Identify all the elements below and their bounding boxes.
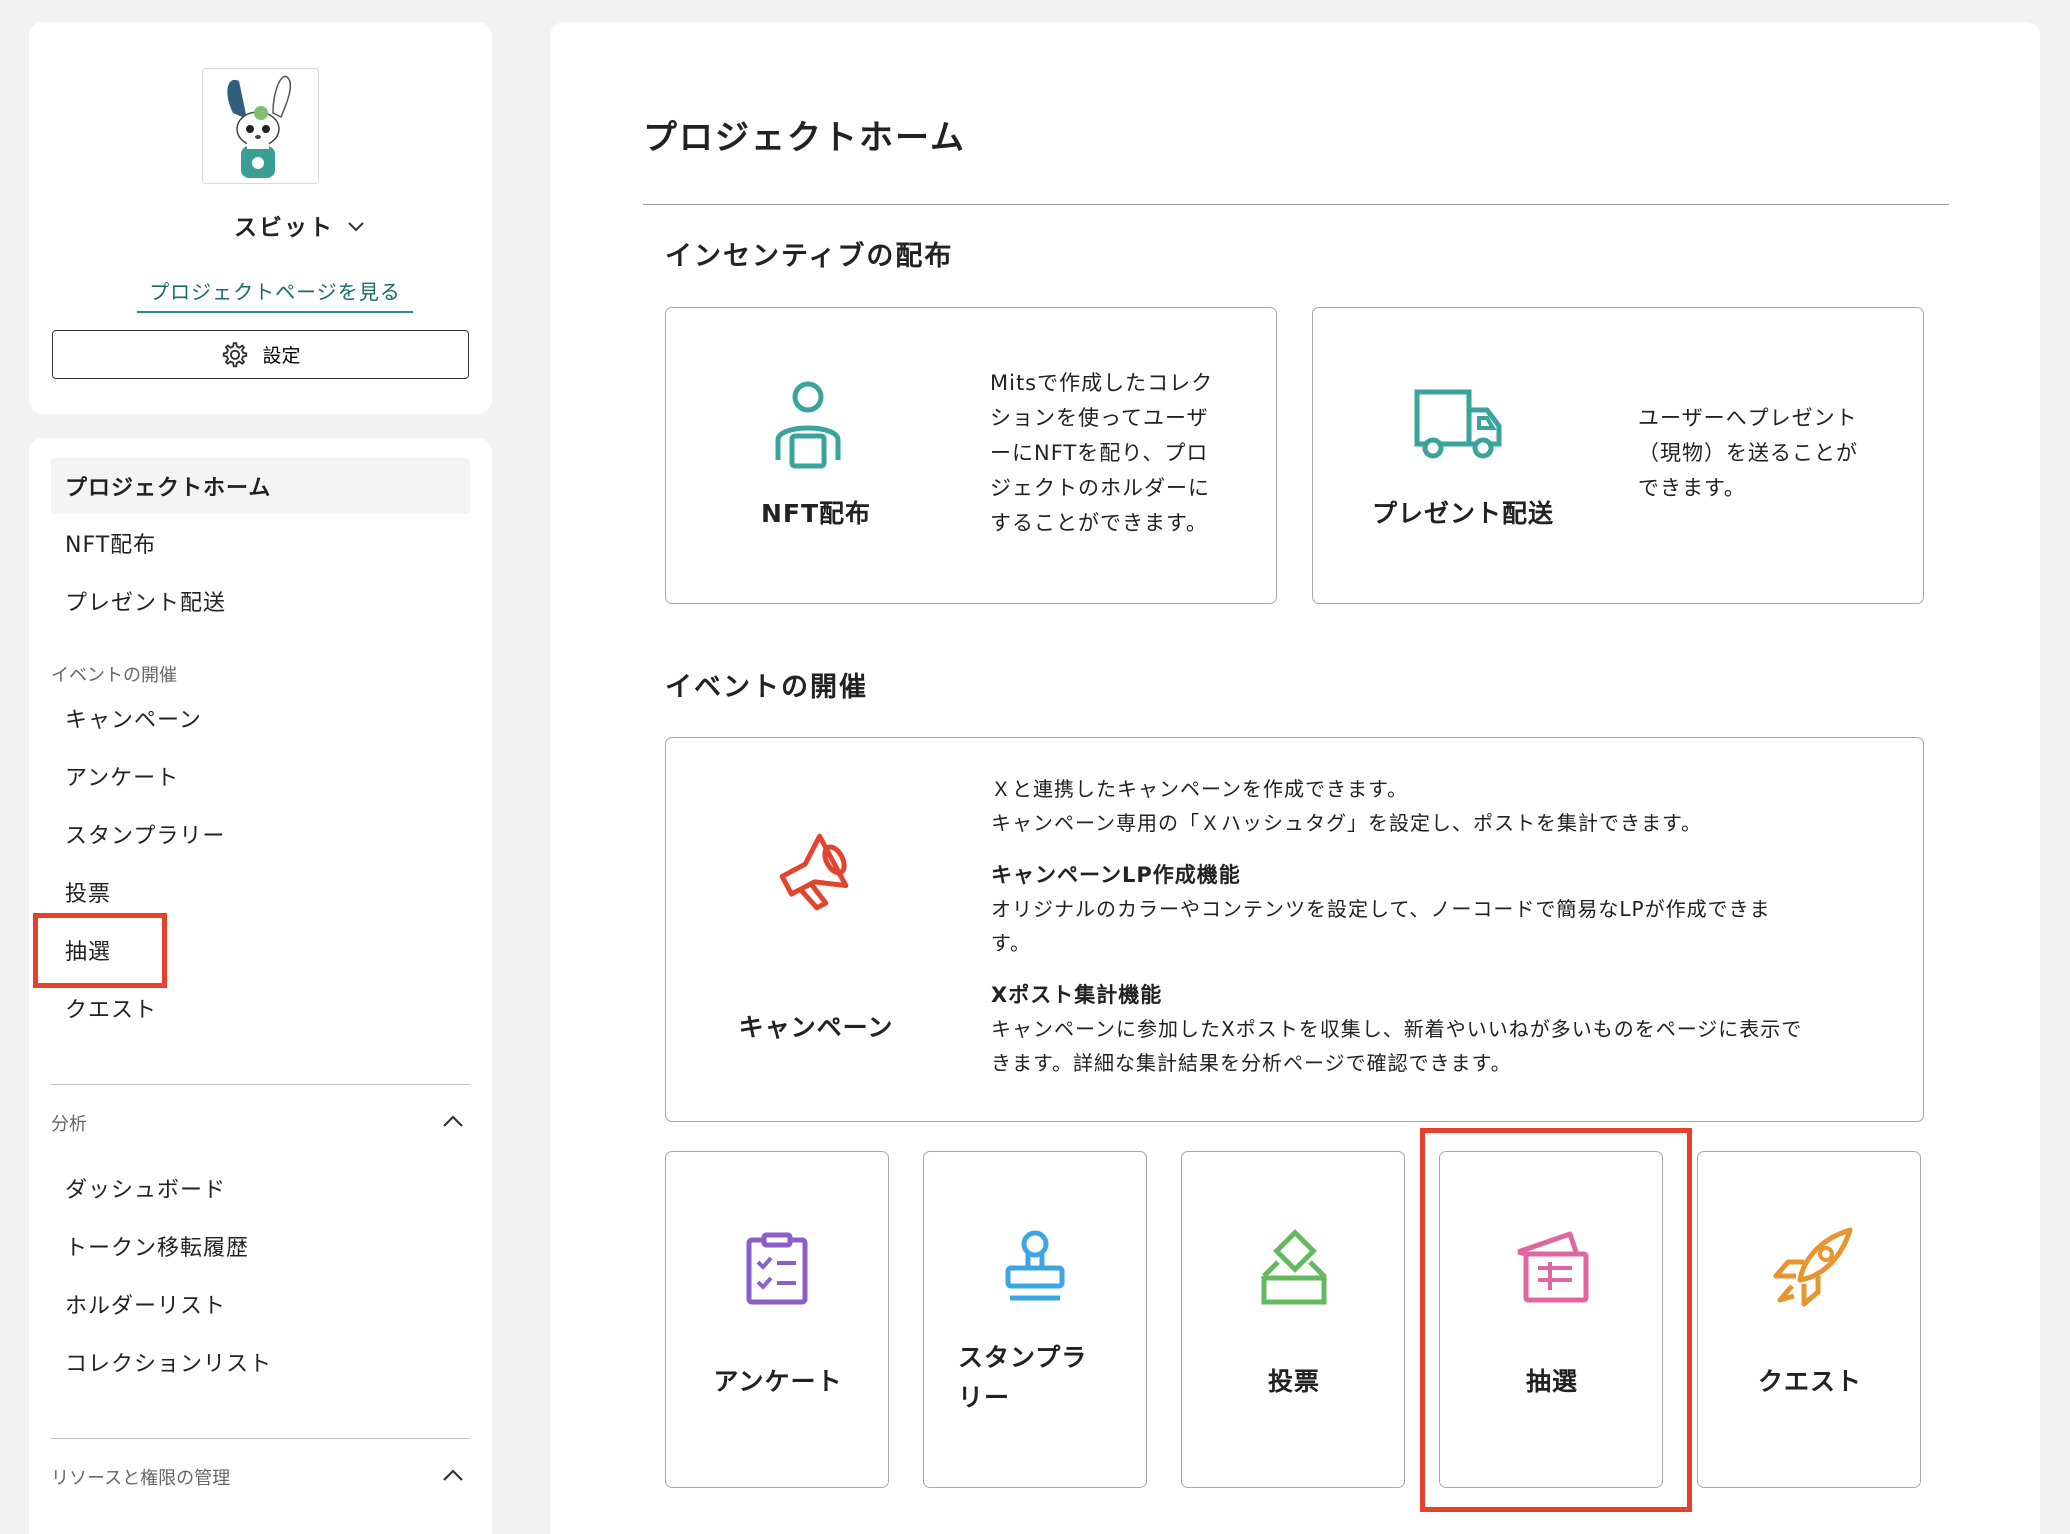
page-title: プロジェクトホーム [643,118,966,158]
ballot-box-icon [1261,1229,1327,1305]
title-divider [643,204,1949,205]
highlight-box-sidebar-lottery [33,913,167,988]
settings-label: 設定 [262,345,301,367]
rocket-icon [1773,1227,1853,1307]
quest-card-label: クエスト [1757,1367,1862,1396]
project-avatar [202,68,319,184]
project-name: スビット [234,215,334,241]
megaphone-icon [779,833,849,911]
campaign-feature-body: オリジナルのカラーやコンテンツを設定して、ノーコードで簡易なLPが作成できま [991,897,1771,921]
person-with-card-icon [775,381,841,469]
campaign-feature-body: キャンペーンに参加したXポストを収集し、新着やいいねが多いものをページに表示で [991,1017,1803,1041]
campaign-card[interactable]: キャンペーン Ｘと連携したキャンペーンを作成できます。 キャンペーン専用の「Ｘハ… [665,737,1924,1122]
rabbit-mascot-icon [227,75,292,178]
nav-item-stamp-rally[interactable]: スタンプラリー [51,806,470,862]
nav-item-holder-list[interactable]: ホルダーリスト [51,1276,470,1332]
campaign-feature-body: す。 [991,931,1031,955]
nft-distribution-description: Mitsで作成したコレク ションを使ってユーザ ーにNFTを配り、プロ ジェクト… [990,371,1214,535]
stamp-rally-card[interactable]: スタンプラ リー [923,1151,1147,1488]
delivery-truck-icon [1414,389,1502,459]
survey-card-label: アンケート [713,1367,843,1396]
present-delivery-label: プレゼント配送 [1371,499,1554,528]
campaign-intro-line: Ｘと連携したキャンペーンを作成できます。 [991,777,1408,801]
nav-item-present-delivery[interactable]: プレゼント配送 [51,573,470,629]
nft-distribution-card[interactable]: NFT配布 Mitsで作成したコレク ションを使ってユーザ ーにNFTを配り、プ… [665,307,1277,604]
resources-chevron-up-icon[interactable] [435,1458,471,1494]
quest-card[interactable]: クエスト [1697,1151,1921,1488]
gear-icon [223,341,248,367]
nav-divider [51,1438,470,1439]
vote-card-label: 投票 [1267,1367,1320,1396]
section-title-events: イベントの開催 [665,672,868,703]
nav-item-nft-distribution[interactable]: NFT配布 [51,515,470,571]
nav-item-collection-list[interactable]: コレクションリスト [51,1334,470,1390]
settings-button[interactable]: 設定 [52,330,469,379]
nav-section-analysis: 分析 [51,1114,87,1135]
stamp-icon [1005,1230,1065,1301]
project-profile-panel: スビット プロジェクトページを見る 設定 [29,22,492,414]
highlight-box-lottery-card [1420,1128,1692,1512]
present-delivery-description: ユーザーへプレゼント （現物）を送ることが できます。 [1638,406,1858,500]
nav-item-campaign[interactable]: キャンペーン [51,690,470,746]
nav-item-survey[interactable]: アンケート [51,748,470,804]
view-project-page-link[interactable]: プロジェクトページを見る [137,276,413,313]
main-content-panel: プロジェクトホーム インセンティブの配布 NFT配布 Mitsで作成したコレク … [550,22,2040,1534]
nav-divider [51,1084,470,1085]
campaign-label: キャンペーン [738,1013,894,1042]
nav-item-token-transfer-history[interactable]: トークン移転履歴 [51,1218,470,1274]
campaign-feature-body: きます。詳細な集計結果を分析ページで確認できます。 [991,1051,1512,1075]
survey-card[interactable]: アンケート [665,1151,889,1488]
campaign-intro-line: キャンペーン専用の「Ｘハッシュタグ」を設定し、ポストを集計できます。 [991,811,1702,835]
campaign-feature-title: キャンペーンLP作成機能 [991,863,1241,887]
nav-item-quest[interactable]: クエスト [51,980,470,1036]
section-title-incentive: インセンティブの配布 [665,241,954,272]
nav-section-resources: リソースと権限の管理 [51,1468,231,1489]
analysis-chevron-up-icon[interactable] [435,1104,471,1140]
project-switcher-chevron-down-icon[interactable] [341,212,371,242]
nav-item-vote[interactable]: 投票 [51,864,470,920]
stamp-rally-card-label: スタンプラ リー [958,1343,1088,1412]
present-delivery-card[interactable]: プレゼント配送 ユーザーへプレゼント （現物）を送ることが できます。 [1312,307,1924,604]
nav-item-project-home[interactable]: プロジェクトホーム [51,458,470,514]
campaign-feature-title: Xポスト集計機能 [991,983,1163,1007]
nft-distribution-label: NFT配布 [760,499,872,528]
vote-card[interactable]: 投票 [1181,1151,1405,1488]
clipboard-checklist-icon [746,1232,808,1305]
campaign-description: Ｘと連携したキャンペーンを作成できます。 キャンペーン専用の「Ｘハッシュタグ」を… [991,772,1891,1080]
nav-item-dashboard[interactable]: ダッシュボード [51,1160,470,1216]
nav-section-events: イベントの開催 [51,665,177,686]
